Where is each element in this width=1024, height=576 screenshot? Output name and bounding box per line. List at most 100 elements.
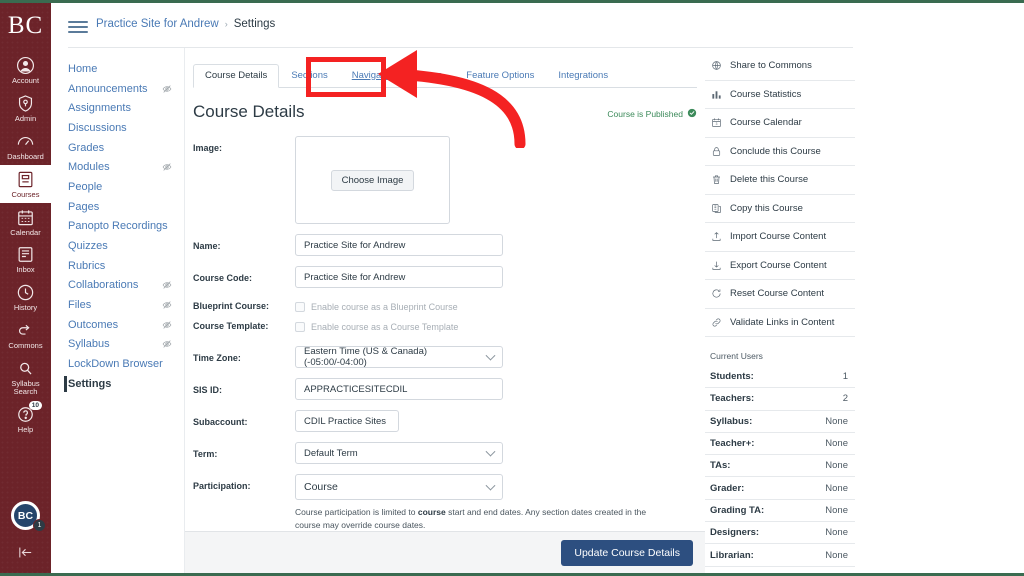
sis-id-control: APPRACTICESITECDIL (295, 378, 697, 400)
sis-id-input[interactable]: APPRACTICESITECDIL (295, 378, 503, 400)
course-template-label: Course Template: (193, 318, 295, 331)
participation-help-a: Course participation is limited to (295, 507, 418, 517)
user-role-count: 2 (843, 393, 848, 404)
help-badge: 10 (29, 401, 42, 410)
tab-navigation[interactable]: Navigation (340, 64, 409, 88)
course-nav-item-panopto-recordings[interactable]: Panopto Recordings (51, 217, 184, 237)
participation-help-b: course (418, 507, 446, 517)
global-nav-item-history[interactable]: History (0, 278, 51, 316)
sidebar-action-course-statistics[interactable]: Course Statistics (705, 81, 855, 110)
sidebar-action-validate-links-in-content[interactable]: Validate Links in Content (705, 309, 855, 338)
course-nav-item-syllabus[interactable]: Syllabus (51, 335, 184, 355)
published-status: Course is Published (607, 108, 697, 122)
hamburger-icon[interactable] (68, 18, 88, 36)
current-users-row: Designers:None (705, 522, 855, 544)
tab-feature-options[interactable]: Feature Options (454, 64, 546, 88)
participation-help-text: Course participation is limited to cours… (295, 506, 657, 532)
browser-top-edge (0, 0, 1024, 3)
global-nav-item-calendar[interactable]: Calendar (0, 203, 51, 241)
collapse-nav-icon[interactable] (17, 544, 34, 566)
blueprint-checkbox[interactable] (295, 302, 305, 312)
tab-apps[interactable]: Apps (409, 64, 455, 88)
course-nav-item-home[interactable]: Home (51, 59, 184, 79)
user-role-label: Teachers: (710, 393, 754, 404)
choose-image-button[interactable]: Choose Image (331, 170, 415, 191)
sidebar-action-export-course-content[interactable]: Export Course Content (705, 252, 855, 281)
course-nav-item-outcomes[interactable]: Outcomes (51, 315, 184, 335)
global-nav-item-dashboard[interactable]: Dashboard (0, 127, 51, 165)
global-nav-item-admin[interactable]: Admin (0, 89, 51, 127)
timezone-control: Eastern Time (US & Canada) (-05:00/-04:0… (295, 346, 697, 368)
global-nav-item-inbox[interactable]: Inbox (0, 240, 51, 278)
courses-icon (16, 170, 35, 189)
course-nav-item-discussions[interactable]: Discussions (51, 118, 184, 138)
global-nav-item-account[interactable]: Account (0, 51, 51, 89)
sidebar-action-reset-course-content[interactable]: Reset Course Content (705, 280, 855, 309)
subaccount-input[interactable]: CDIL Practice Sites (295, 410, 399, 432)
form-row-blueprint: Blueprint Course: Enable course as a Blu… (193, 298, 697, 316)
global-nav-item-commons[interactable]: Commons (0, 316, 51, 354)
breadcrumb-course-link[interactable]: Practice Site for Andrew (96, 18, 219, 30)
course-name-input[interactable]: Practice Site for Andrew (295, 234, 503, 256)
course-template-checkbox-row[interactable]: Enable course as a Course Template (295, 318, 697, 336)
sidebar-action-copy-this-course[interactable]: Copy this Course (705, 195, 855, 224)
update-course-details-button[interactable]: Update Course Details (561, 540, 693, 566)
tab-integrations[interactable]: Integrations (546, 64, 620, 88)
link-icon (710, 316, 722, 328)
current-users-row: Grader:None (705, 477, 855, 499)
blueprint-checkbox-row[interactable]: Enable course as a Blueprint Course (295, 298, 697, 316)
course-nav-item-quizzes[interactable]: Quizzes (51, 236, 184, 256)
hidden-eye-slash-icon (162, 300, 172, 310)
course-nav-item-lockdown-browser[interactable]: LockDown Browser (51, 354, 184, 374)
current-users-row: Librarian:None (705, 544, 855, 566)
sidebar-action-import-course-content[interactable]: Import Course Content (705, 223, 855, 252)
sidebar-action-conclude-this-course[interactable]: Conclude this Course (705, 138, 855, 167)
course-nav-item-settings[interactable]: Settings (51, 374, 184, 394)
course-nav-item-pages[interactable]: Pages (51, 197, 184, 217)
sidebar-action-delete-this-course[interactable]: Delete this Course (705, 166, 855, 195)
course-nav-label: Pages (68, 201, 99, 213)
course-nav-item-people[interactable]: People (51, 177, 184, 197)
tab-sections[interactable]: Sections (279, 64, 339, 88)
subaccount-control: CDIL Practice Sites (295, 410, 697, 432)
hamburger-line (68, 21, 88, 23)
user-role-count: None (825, 550, 848, 561)
sidebar-action-label: Reset Course Content (730, 288, 824, 299)
subaccount-label: Subaccount: (193, 410, 295, 427)
course-nav-item-rubrics[interactable]: Rubrics (51, 256, 184, 276)
course-nav-label: Announcements (68, 83, 148, 95)
course-nav-item-files[interactable]: Files (51, 295, 184, 315)
current-users-row: Grading TA:None (705, 500, 855, 522)
form-action-bar: Update Course Details (185, 531, 705, 573)
global-nav-item-help[interactable]: 10 Help (0, 400, 51, 438)
global-nav-item-courses[interactable]: Courses (0, 165, 51, 203)
course-nav-item-announcements[interactable]: Announcements (51, 79, 184, 99)
course-template-checkbox[interactable] (295, 322, 305, 332)
course-actions-sidebar: Share to Commons Course Statistics 3Course… (705, 52, 855, 567)
term-select[interactable]: Default Term (295, 442, 503, 464)
course-nav-item-modules[interactable]: Modules (51, 157, 184, 177)
sidebar-action-label: Course Statistics (730, 89, 801, 100)
participation-select[interactable]: Course (295, 474, 503, 500)
course-code-input[interactable]: Practice Site for Andrew (295, 266, 503, 288)
name-control: Practice Site for Andrew (295, 234, 697, 256)
section-header: Course Details Course is Published (193, 102, 697, 122)
course-nav-item-assignments[interactable]: Assignments (51, 98, 184, 118)
tab-course-details[interactable]: Course Details (193, 64, 279, 88)
avatar[interactable]: BC 1 (11, 501, 40, 530)
image-label: Image: (193, 136, 295, 153)
course-nav-item-collaborations[interactable]: Collaborations (51, 276, 184, 296)
course-nav-label: Rubrics (68, 260, 105, 272)
course-image-box[interactable]: Choose Image (295, 136, 450, 224)
timezone-select[interactable]: Eastern Time (US & Canada) (-05:00/-04:0… (295, 346, 503, 368)
form-row-course-template: Course Template: Enable course as a Cour… (193, 318, 697, 336)
sidebar-action-share-to-commons[interactable]: Share to Commons (705, 52, 855, 81)
course-navigation: Home Announcements AssignmentsDiscussionsG… (51, 48, 185, 573)
global-nav-item-syllabus-search[interactable]: Syllabus Search (0, 354, 51, 400)
course-nav-item-grades[interactable]: Grades (51, 138, 184, 158)
reset-refresh-icon (710, 288, 722, 300)
page-title: Course Details (193, 102, 305, 122)
current-users-title: Current Users (710, 351, 855, 361)
breadcrumb-separator: › (225, 19, 228, 29)
sidebar-action-course-calendar[interactable]: 3Course Calendar (705, 109, 855, 138)
